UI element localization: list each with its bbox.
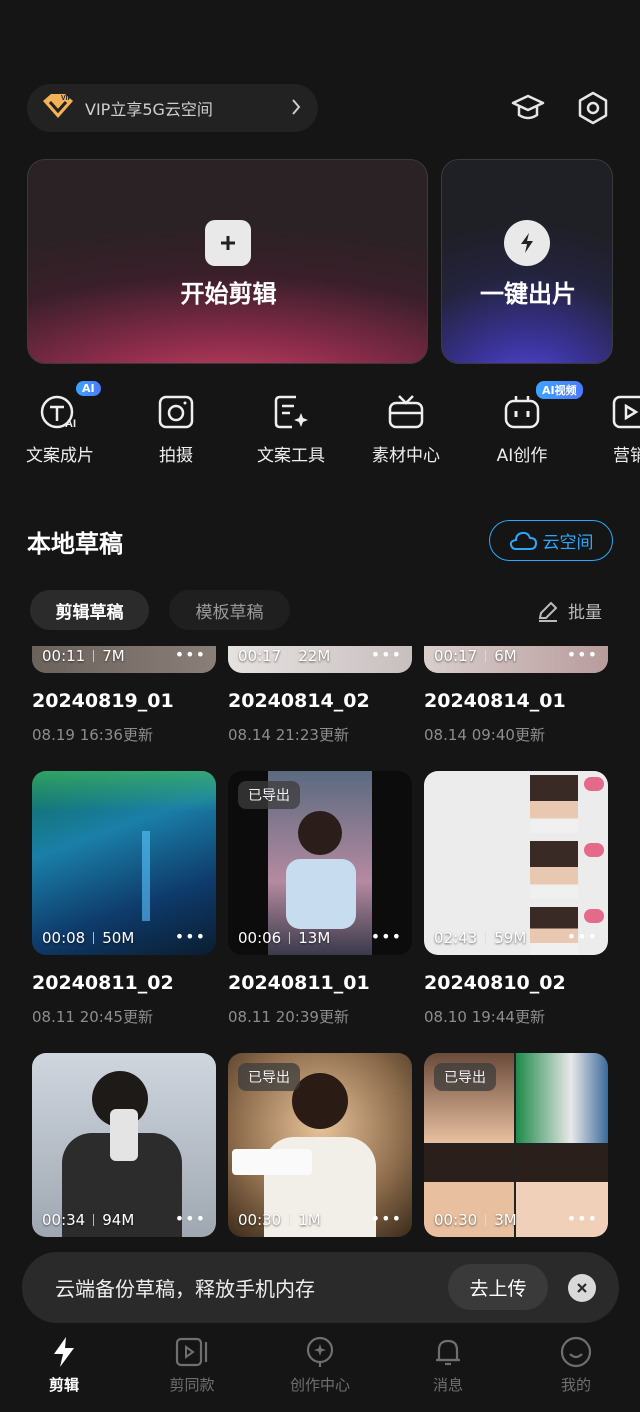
tool-copywriting-video[interactable]: AI 文案成片 AI <box>10 381 110 466</box>
vip-diamond-icon: VIP <box>41 93 75 123</box>
creator-icon <box>306 1336 334 1367</box>
draft-thumbnail[interactable]: 00:17 22M ••• <box>228 646 412 673</box>
tab-edit-drafts[interactable]: 剪辑草稿 <box>30 590 149 630</box>
nav-label: 剪同款 <box>169 1376 215 1394</box>
text-ai-icon: AI <box>40 395 76 430</box>
profile-icon <box>560 1336 592 1368</box>
local-drafts-title: 本地草稿 <box>27 530 123 558</box>
tool-marketing[interactable]: 营销 <box>540 393 640 473</box>
plus-icon <box>205 220 251 266</box>
draft-name: 20240811_02 <box>32 972 174 994</box>
tool-material-center[interactable]: 素材中心 <box>356 393 456 466</box>
template-icon <box>175 1337 208 1367</box>
tool-label: 营销 <box>613 446 640 466</box>
vip-promo-pill[interactable]: VIP VIP立享5G云空间 <box>27 84 318 132</box>
vip-promo-label: VIP立享5G云空间 <box>85 100 213 119</box>
draft-updated: 08.14 21:23更新 <box>228 726 349 744</box>
more-options-icon[interactable]: ••• <box>371 1211 402 1227</box>
more-options-icon[interactable]: ••• <box>175 1211 206 1227</box>
nav-profile[interactable]: 我的 <box>526 1336 626 1395</box>
draft-thumbnail[interactable]: 已导出 00:30 3M ••• <box>424 1053 608 1237</box>
exported-badge: 已导出 <box>434 1063 496 1091</box>
draft-name: 20240814_02 <box>228 690 370 712</box>
more-options-icon[interactable]: ••• <box>371 647 402 663</box>
exported-badge: 已导出 <box>238 1063 300 1091</box>
draft-name: 20240811_01 <box>228 972 370 994</box>
upload-button[interactable]: 去上传 <box>448 1264 548 1310</box>
more-options-icon[interactable]: ••• <box>175 929 206 945</box>
draft-thumbnail[interactable]: 00:34 94M ••• <box>32 1053 216 1237</box>
more-options-icon[interactable]: ••• <box>567 1211 598 1227</box>
draft-thumbnail[interactable]: 00:17 6M ••• <box>424 646 608 673</box>
nav-label: 创作中心 <box>289 1376 350 1394</box>
bottom-nav: 剪辑 剪同款 创作中心 消息 我的 <box>0 1328 640 1412</box>
draft-thumbnail[interactable]: 已导出 00:06 13M ••• <box>228 771 412 955</box>
nav-templates[interactable]: 剪同款 <box>142 1336 242 1395</box>
edit-pencil-icon <box>538 601 558 622</box>
draft-updated: 08.14 09:40更新 <box>424 726 545 744</box>
nav-edit[interactable]: 剪辑 <box>14 1336 114 1395</box>
draft-name: 20240819_01 <box>32 690 174 712</box>
svg-text:AI: AI <box>65 418 76 430</box>
draft-thumbnail[interactable]: 02:43 59M ••• <box>424 771 608 955</box>
more-options-icon[interactable]: ••• <box>567 929 598 945</box>
tool-label: 文案工具 <box>257 446 325 466</box>
nav-creator-center[interactable]: 创作中心 <box>270 1336 370 1395</box>
one-click-video-card[interactable]: 一键出片 <box>441 159 613 364</box>
tool-label: 拍摄 <box>159 446 193 466</box>
draft-updated: 08.19 16:36更新 <box>32 726 153 744</box>
start-editing-card[interactable]: 开始剪辑 <box>27 159 428 364</box>
cloud-backup-banner: 云端备份草稿，释放手机内存 去上传 <box>22 1252 619 1323</box>
tool-text-tools[interactable]: 文案工具 <box>241 393 341 466</box>
one-click-video-label: 一键出片 <box>480 280 576 308</box>
nav-label: 剪辑 <box>48 1376 79 1394</box>
cloud-space-label: 云空间 <box>542 533 594 553</box>
lightning-icon <box>504 220 550 266</box>
tab-template-drafts[interactable]: 模板草稿 <box>169 590 290 630</box>
chevron-right-icon <box>290 96 302 122</box>
marketing-icon <box>612 395 640 429</box>
camera-icon <box>158 395 194 429</box>
draft-thumbnail[interactable]: 00:08 50M ••• <box>32 771 216 955</box>
draft-thumbnail[interactable]: 已导出 00:30 1M ••• <box>228 1053 412 1237</box>
batch-label: 批量 <box>568 603 602 623</box>
tool-label: 文案成片 <box>26 446 94 466</box>
banner-text: 云端备份草稿，释放手机内存 <box>55 1277 315 1301</box>
graduation-cap-icon[interactable] <box>508 88 548 128</box>
nav-messages[interactable]: 消息 <box>398 1336 498 1395</box>
draft-thumbnail[interactable]: 00:11 7M ••• <box>32 646 216 673</box>
more-options-icon[interactable]: ••• <box>371 929 402 945</box>
bell-icon <box>436 1339 460 1366</box>
drafts-grid[interactable]: 00:11 7M ••• 00:17 22M ••• 00:17 6M ••• 202… <box>0 646 640 1252</box>
start-editing-label: 开始剪辑 <box>180 280 277 308</box>
draft-name: 20240810_02 <box>424 972 566 994</box>
draft-name: 20240814_01 <box>424 690 566 712</box>
tool-camera[interactable]: 拍摄 <box>126 393 226 466</box>
nav-label: 我的 <box>560 1376 591 1394</box>
robot-icon <box>504 396 540 429</box>
cloud-space-button[interactable]: 云空间 <box>489 520 613 561</box>
draft-updated: 08.11 20:39更新 <box>228 1008 349 1026</box>
ai-badge: AI <box>76 381 101 396</box>
svg-text:VIP: VIP <box>61 95 73 102</box>
bolt-icon <box>54 1337 74 1367</box>
material-icon <box>388 395 424 429</box>
batch-button[interactable]: 批量 <box>536 598 602 623</box>
draft-updated: 08.10 19:44更新 <box>424 1008 545 1026</box>
nav-label: 消息 <box>432 1376 463 1394</box>
draft-updated: 08.11 20:45更新 <box>32 1008 153 1026</box>
more-options-icon[interactable]: ••• <box>175 647 206 663</box>
settings-icon[interactable] <box>573 88 613 128</box>
cloud-icon <box>509 531 537 550</box>
close-icon[interactable] <box>568 1274 596 1302</box>
exported-badge: 已导出 <box>238 781 300 809</box>
more-options-icon[interactable]: ••• <box>567 647 598 663</box>
text-tool-icon <box>274 395 308 429</box>
tool-label: 素材中心 <box>372 446 440 466</box>
